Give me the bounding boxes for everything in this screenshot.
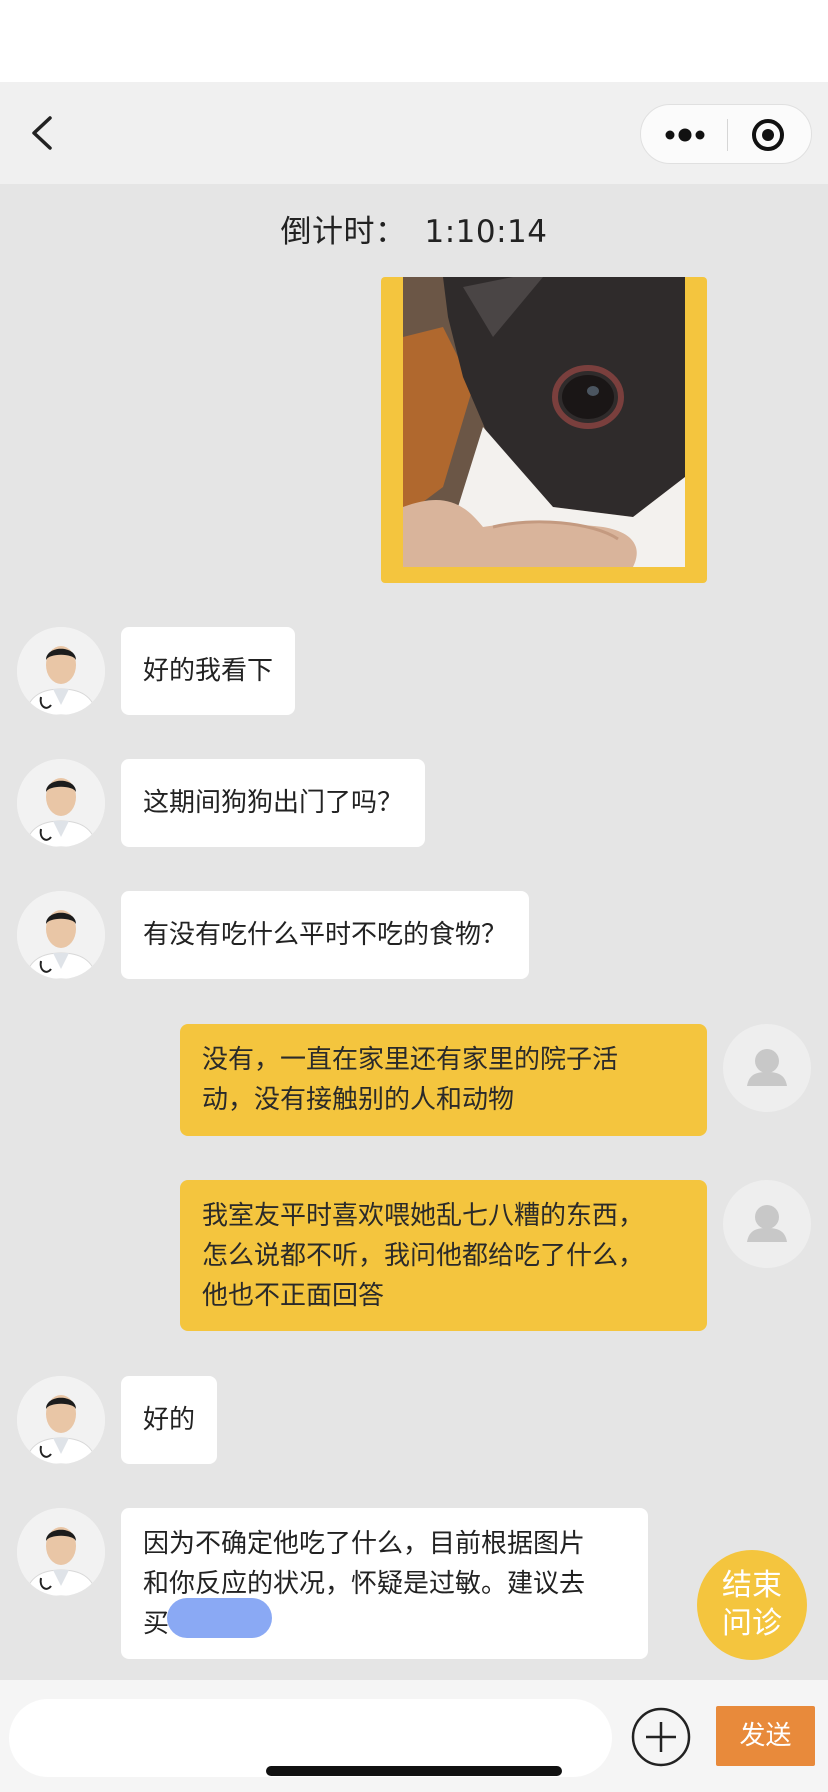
home-indicator xyxy=(266,1766,562,1776)
more-dots-icon xyxy=(665,128,705,142)
countdown-time: 1:10:14 xyxy=(424,214,548,250)
dog-eye-photo[interactable] xyxy=(403,277,685,567)
nav-bar xyxy=(0,82,828,184)
doctor-avatar[interactable] xyxy=(17,891,105,979)
user-avatar[interactable] xyxy=(723,1180,811,1268)
chevron-left-icon xyxy=(32,116,52,150)
doctor-avatar-image xyxy=(17,627,105,715)
message-line: 动，没有接触别的人和动物 xyxy=(202,1085,515,1115)
doctor-avatar-image xyxy=(17,1376,105,1464)
end-button-line1: 结束 xyxy=(722,1568,782,1603)
doctor-avatar[interactable] xyxy=(17,1376,105,1464)
doctor-avatar[interactable] xyxy=(17,627,105,715)
message-line: 我室友平时喜欢喂她乱七八糟的东西， xyxy=(202,1201,645,1231)
status-bar xyxy=(0,0,828,82)
doctor-message-bubble: 这期间狗狗出门了吗？ xyxy=(121,759,426,847)
plus-circle-icon xyxy=(631,1707,691,1767)
doctor-avatar-image xyxy=(17,759,105,847)
message-text: 好的 xyxy=(143,1405,196,1435)
message-text: 好的我看下 xyxy=(143,656,274,686)
doctor-avatar-image xyxy=(17,891,105,979)
doctor-avatar[interactable] xyxy=(17,759,105,847)
mini-program-capsule xyxy=(640,104,812,164)
dog-photo-image xyxy=(403,277,685,567)
add-attachment-button[interactable] xyxy=(630,1706,692,1768)
doctor-message-bubble: 好的 xyxy=(121,1376,218,1464)
user-message-bubble: 没有，一直在家里还有家里的院子活 动，没有接触别的人和动物 xyxy=(180,1024,707,1136)
doctor-message-bubble: 有没有吃什么平时不吃的食物？ xyxy=(121,891,530,979)
image-message[interactable] xyxy=(381,277,707,583)
message-line: 因为不确定他吃了什么，目前根据图片 xyxy=(143,1529,586,1559)
message-line: 怎么说都不听，我问他都给吃了什么， xyxy=(202,1241,645,1271)
end-consultation-button[interactable]: 结束 问诊 xyxy=(697,1550,807,1660)
more-button[interactable] xyxy=(641,105,726,163)
countdown-label: 倒计时： xyxy=(280,214,407,250)
user-message-bubble: 我室友平时喜欢喂她乱七八糟的东西， 怎么说都不听，我问他都给吃了什么， 他也不正… xyxy=(180,1180,707,1331)
message-line: 他也不正面回答 xyxy=(202,1281,385,1311)
doctor-avatar[interactable] xyxy=(17,1508,105,1596)
redaction-mask xyxy=(167,1598,272,1638)
message-text: 这期间狗狗出门了吗？ xyxy=(143,788,404,818)
end-button-line2: 问诊 xyxy=(722,1606,782,1641)
close-mini-program-button[interactable] xyxy=(728,105,812,163)
doctor-avatar-image xyxy=(17,1508,105,1596)
user-avatar[interactable] xyxy=(723,1024,811,1112)
message-text: 有没有吃什么平时不吃的食物？ xyxy=(143,920,508,950)
countdown-timer: 倒计时： 1:10:14 xyxy=(0,206,828,251)
message-line: 没有，一直在家里还有家里的院子活 xyxy=(202,1045,619,1075)
send-button[interactable]: 发送 xyxy=(716,1706,815,1766)
person-silhouette-icon xyxy=(747,1049,787,1086)
record-target-icon xyxy=(752,119,784,151)
doctor-message-bubble: 好的我看下 xyxy=(121,627,296,715)
back-button[interactable] xyxy=(22,110,66,156)
person-silhouette-icon xyxy=(747,1205,787,1242)
